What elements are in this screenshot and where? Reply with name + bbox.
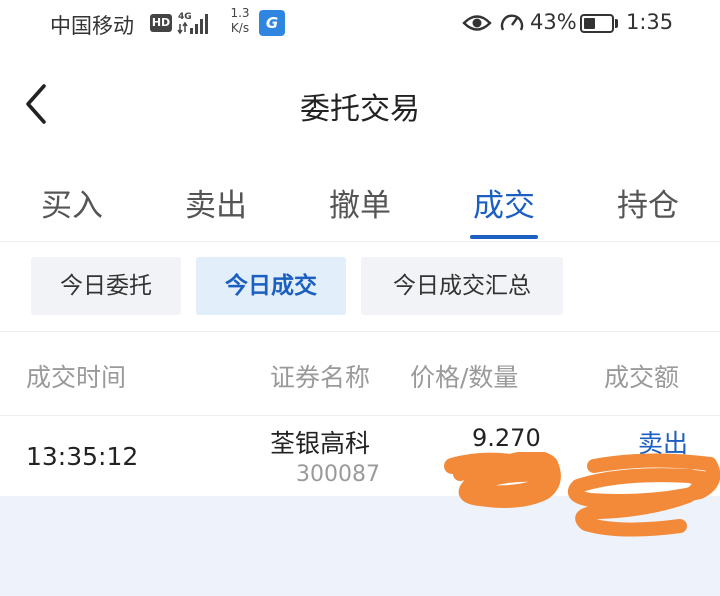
clock: 1:35 (626, 10, 674, 34)
tab-cancel[interactable]: 撤单 (288, 180, 432, 225)
security-name: 荃银高科 (270, 429, 371, 458)
subtab-today-deals-summary[interactable]: 今日成交汇总 (361, 257, 563, 315)
network-type-label: 4G (178, 12, 192, 22)
header-deal-amount: 成交额 (604, 363, 680, 392)
sub-tabs: 今日委托 今日成交 今日成交汇总 (0, 242, 720, 332)
speed-unit: K/s (230, 21, 250, 35)
table-header: 成交时间 证券名称 价格/数量 成交额 (0, 332, 720, 416)
signal-icon: 4G (177, 12, 208, 35)
tab-deals[interactable]: 成交 (432, 180, 576, 225)
security-code: 300087 (296, 462, 380, 487)
gauge-icon (500, 14, 524, 31)
deal-price: 9.270 (472, 424, 541, 452)
tab-buy[interactable]: 买入 (0, 180, 144, 225)
deal-time: 13:35:12 (26, 442, 139, 471)
active-tab-indicator (470, 235, 538, 239)
network-speed: 1.3 K/s (225, 6, 255, 36)
main-tabs: 买入 卖出 撤单 成交 持仓 (0, 172, 720, 242)
status-bar: 中国移动 HD 4G 1.3 K/s G 43% 1:35 (0, 0, 720, 52)
hd-badge-icon: HD (150, 14, 172, 32)
redaction-scribble-quantity (444, 452, 561, 508)
redaction-scribble-amount (568, 453, 720, 537)
app-notification-icon: G (259, 10, 285, 36)
header-security-name: 证券名称 (270, 363, 371, 392)
header-price-quantity: 价格/数量 (410, 363, 519, 392)
subtab-today-deals[interactable]: 今日成交 (196, 257, 346, 315)
page-title: 委托交易 (300, 92, 420, 127)
eye-icon (462, 15, 492, 31)
tab-positions[interactable]: 持仓 (576, 180, 720, 225)
speed-value: 1.3 (230, 6, 250, 20)
battery-percent: 43% (530, 10, 577, 34)
subtab-today-orders[interactable]: 今日委托 (31, 257, 181, 315)
battery-icon (580, 14, 614, 33)
carrier-label: 中国移动 (50, 14, 134, 38)
battery-tip (615, 19, 618, 28)
header-deal-time: 成交时间 (26, 363, 127, 392)
battery-fill (584, 18, 596, 29)
tab-sell[interactable]: 卖出 (144, 180, 288, 225)
